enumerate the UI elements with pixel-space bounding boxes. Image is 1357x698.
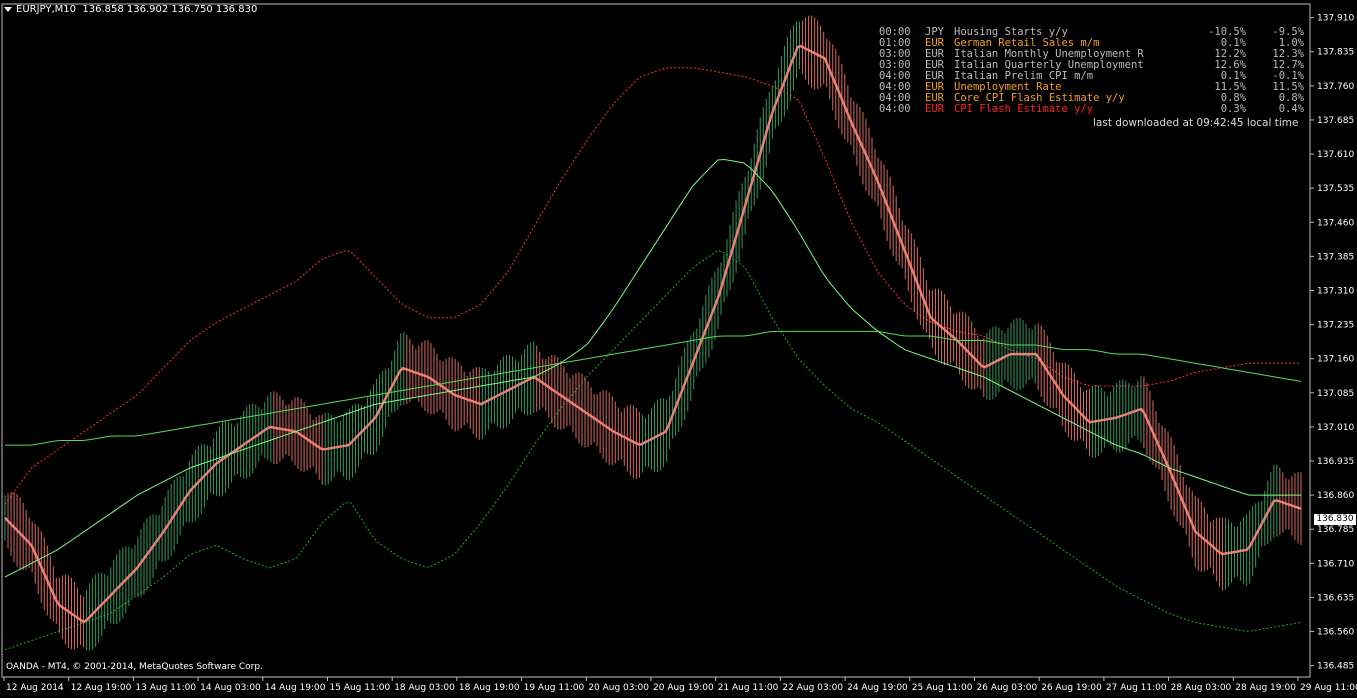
copyright-text: OANDA - MT4, © 2001-2014, MetaQuotes Sof… [6,662,263,672]
news-forecast: 0.4% [1278,103,1304,115]
x-tick-label: 20 Aug 03:00 [588,683,649,693]
current-price-tag: 136.830 [1314,514,1356,525]
y-tick-label: 136.860 [1317,491,1354,501]
y-tick-label: 136.785 [1317,525,1354,535]
chart-header: EURJPY,M10 136.858 136.902 136.750 136.8… [4,4,257,15]
news-time: 04:00 [879,103,911,115]
x-tick-label: 19 Aug 11:00 [524,683,585,693]
slow-ma-line [5,330,1302,446]
news-currency: EUR [925,103,944,115]
x-tick-label: 24 Aug 19:00 [847,683,908,693]
x-tick-label: 18 Aug 03:00 [394,683,455,693]
x-tick-label: 18 Aug 19:00 [459,683,520,693]
symbol-label: EURJPY,M10 [16,4,76,15]
y-tick-label: 136.710 [1317,559,1354,569]
x-tick-label: 26 Aug 19:00 [1041,683,1102,693]
news-row: 04:00 EUR CPI Flash Estimate y/y 0.3% 0.4% [879,104,1304,115]
ohlc-readout: 136.858 136.902 136.750 136.830 [82,4,258,15]
x-tick-label: 15 Aug 11:00 [330,683,391,693]
y-tick-label: 137.010 [1317,423,1354,433]
y-tick-label: 136.635 [1317,593,1354,603]
x-tick-label: 14 Aug 03:00 [200,683,261,693]
y-tick-label: 137.160 [1317,355,1354,365]
y-tick-label: 137.610 [1317,150,1354,160]
y-tick-label: 137.460 [1317,218,1354,228]
x-tick-label: 26 Aug 03:00 [977,683,1038,693]
news-panel: 00:00 JPY Housing Starts y/y -10.5% -9.5% 01:… [879,27,1304,115]
dropdown-arrow-icon[interactable] [4,6,12,12]
x-tick-label: 21 Aug 11:00 [718,683,779,693]
x-tick-label: 12 Aug 2014 [6,683,64,693]
last-downloaded-text: last downloaded at 09:42:45 local time [1093,117,1299,129]
y-tick-label: 137.685 [1317,116,1354,126]
y-tick-label: 137.535 [1317,184,1354,194]
y-tick-label: 137.310 [1317,286,1354,296]
x-tick-label: 12 Aug 19:00 [71,683,132,693]
x-tick-label: 22 Aug 03:00 [782,683,843,693]
x-tick-label: 14 Aug 19:00 [265,683,326,693]
lower-band-line [4,249,1302,651]
y-tick-label: 137.235 [1317,321,1354,331]
x-tick-label: 28 Aug 19:00 [1235,683,1296,693]
y-tick-label: 137.760 [1317,82,1354,92]
news-title: CPI Flash Estimate y/y [954,103,1094,115]
news-actual: 0.3% [1220,103,1246,115]
fast-ma-line [4,158,1301,578]
y-tick-label: 137.910 [1317,14,1354,24]
x-tick-label: 29 Aug 11:00 [1300,683,1357,693]
y-tick-label: 136.485 [1317,662,1354,672]
y-tick-label: 137.835 [1317,48,1354,58]
y-tick-label: 137.085 [1317,389,1354,399]
x-tick-label: 20 Aug 19:00 [653,683,714,693]
y-tick-label: 136.560 [1317,628,1354,638]
x-tick-label: 27 Aug 11:00 [1106,683,1167,693]
x-tick-label: 13 Aug 11:00 [135,683,196,693]
x-tick-label: 28 Aug 03:00 [1171,683,1232,693]
y-tick-label: 136.935 [1317,457,1354,467]
x-tick-label: 25 Aug 11:00 [912,683,973,693]
y-tick-label: 137.385 [1317,252,1354,262]
